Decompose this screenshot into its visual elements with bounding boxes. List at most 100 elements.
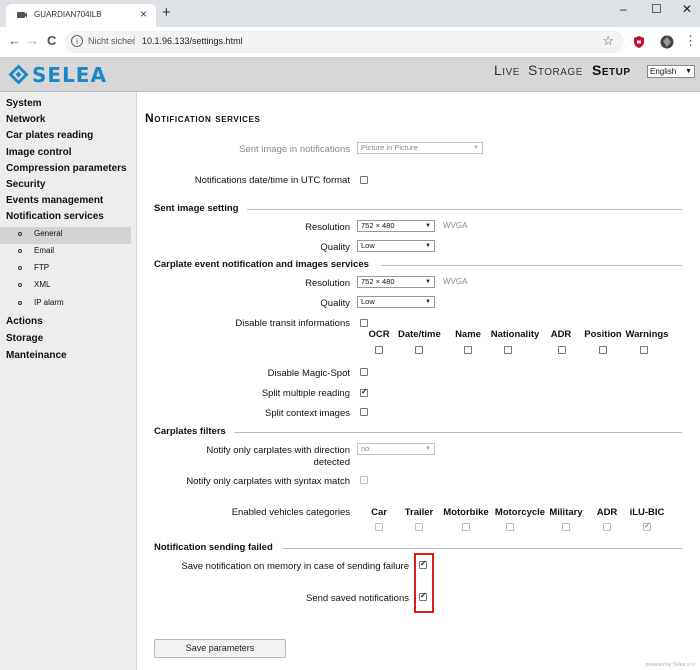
profile-avatar-icon[interactable]	[660, 35, 674, 49]
url-text[interactable]: 10.1.96.133/settings.html	[142, 36, 243, 46]
split-multiple-checkbox[interactable]	[360, 387, 368, 397]
sidebar-item-notification-services[interactable]: Notification services	[6, 211, 104, 222]
utc-checkbox[interactable]	[360, 176, 368, 184]
adr-checkbox[interactable]	[558, 346, 566, 354]
resolution-label: Resolution	[305, 278, 350, 289]
minimize-icon[interactable]: –	[620, 2, 627, 16]
select-value: 752 × 480	[361, 221, 395, 230]
main-content: Notification services Sent image in noti…	[138, 92, 700, 670]
motorcycle-checkbox[interactable]	[506, 523, 514, 531]
category-ilu-bic: iLU-BIC	[629, 507, 665, 518]
url-separator: |	[133, 34, 136, 46]
syntax-match-label: Notify only carplates with syntax match	[186, 476, 350, 487]
position-checkbox[interactable]	[599, 346, 607, 354]
ocr-checkbox[interactable]	[375, 346, 383, 354]
name-checkbox[interactable]	[464, 346, 472, 354]
sidebar-subitem-ftp[interactable]: FTP	[0, 261, 131, 278]
chevron-down-icon: ▼	[425, 446, 431, 452]
browser-tab-strip: GUARDIAN704ILB × + – ☐ ✕	[0, 0, 700, 27]
resolution-select[interactable]: 752 × 480 ▼	[357, 220, 435, 232]
tab-close-icon[interactable]: ×	[140, 7, 147, 21]
chevron-down-icon: ▼	[685, 68, 692, 75]
direction-select[interactable]: no ▼	[357, 443, 435, 455]
save-parameters-button[interactable]: Save parameters	[154, 639, 286, 658]
new-tab-icon[interactable]: +	[162, 4, 171, 21]
sidebar-item-image-control[interactable]: Image control	[6, 147, 72, 158]
quality-label: Quality	[320, 298, 350, 309]
info-icon[interactable]: i	[71, 35, 83, 47]
subitem-label: IP alarm	[34, 298, 64, 307]
disable-magic-spot-checkbox[interactable]	[360, 368, 368, 376]
category-car: Car	[371, 507, 387, 518]
syntax-match-checkbox[interactable]	[360, 476, 368, 484]
date-time-checkbox[interactable]	[415, 346, 423, 354]
disable-transit-checkbox[interactable]	[360, 319, 368, 327]
event-quality-select[interactable]: Low ▼	[357, 296, 435, 308]
column-nationality: Nationality	[490, 329, 540, 340]
subitem-label: FTP	[34, 263, 50, 272]
sidebar-item-system[interactable]: System	[6, 98, 42, 109]
category-motorbike: Motorbike	[443, 507, 489, 518]
bullet-icon	[18, 266, 22, 270]
nav-setup[interactable]: Setup	[592, 62, 631, 78]
bullet-icon	[18, 283, 22, 287]
sidebar-item-events[interactable]: Events management	[6, 195, 103, 206]
split-context-checkbox[interactable]	[360, 408, 368, 416]
trailer-checkbox[interactable]	[415, 523, 423, 531]
powered-by-note: powered by Selea s.r.l.	[645, 662, 696, 668]
sidebar-item-storage[interactable]: Storage	[6, 333, 43, 344]
sidebar-subitem-ip-alarm[interactable]: IP alarm	[0, 296, 131, 313]
camera-favicon-icon	[17, 12, 27, 18]
sidebar-item-network[interactable]: Network	[6, 114, 45, 125]
resolution-label: Resolution	[305, 222, 350, 233]
column-adr: ADR	[550, 329, 572, 340]
event-resolution-select[interactable]: 752 × 480 ▼	[357, 276, 435, 288]
reload-icon[interactable]: C	[47, 33, 56, 48]
nationality-checkbox[interactable]	[504, 346, 512, 354]
sidebar-subitem-email[interactable]: Email	[0, 244, 131, 261]
warnings-checkbox[interactable]	[640, 346, 648, 354]
sidebar-item-car-plates-reading[interactable]: Car plates reading	[6, 130, 93, 141]
bookmark-star-icon[interactable]: ☆	[602, 33, 614, 49]
sidebar-subitem-general[interactable]: General	[0, 227, 131, 244]
column-name: Name	[455, 329, 481, 340]
column-warnings: Warnings	[625, 329, 669, 340]
quality-select[interactable]: Low ▼	[357, 240, 435, 252]
sidebar-item-security[interactable]: Security	[6, 179, 45, 190]
motorbike-checkbox[interactable]	[462, 523, 470, 531]
language-select[interactable]: English ▼	[647, 65, 695, 78]
forward-icon[interactable]: →	[26, 33, 39, 48]
sent-image-select[interactable]: Picture in Picture ▼	[357, 142, 483, 154]
language-value: English	[650, 67, 677, 76]
section-title-sent-image: Sent image setting	[154, 203, 239, 214]
subitem-label: General	[34, 229, 63, 238]
back-icon[interactable]: ←	[8, 33, 21, 48]
ilu-bic-checkbox[interactable]	[643, 521, 651, 531]
window-close-icon[interactable]: ✕	[682, 2, 692, 16]
sidebar-item-compression[interactable]: Compression parameters	[6, 163, 127, 174]
sidebar-item-manteinance[interactable]: Manteinance	[6, 350, 67, 361]
select-value: Picture in Picture	[361, 143, 418, 152]
browser-menu-icon[interactable]: ⋮	[684, 33, 697, 49]
sidebar: System Network Car plates reading Image …	[0, 92, 137, 670]
maximize-icon[interactable]: ☐	[651, 2, 662, 16]
disable-transit-label: Disable transit informations	[235, 318, 350, 329]
insecure-label: Nicht sicher	[88, 36, 136, 46]
sidebar-subitem-xml[interactable]: XML	[0, 278, 131, 295]
column-date-time: Date/time	[398, 329, 441, 340]
car-checkbox[interactable]	[375, 523, 383, 531]
address-bar[interactable]: i Nicht sicher | 10.1.96.133/settings.ht…	[64, 31, 624, 53]
selea-diamond-icon	[8, 64, 29, 85]
military-checkbox[interactable]	[562, 523, 570, 531]
browser-tab[interactable]: GUARDIAN704ILB ×	[6, 4, 156, 27]
sidebar-item-actions[interactable]: Actions	[6, 316, 43, 327]
select-value: Low	[361, 241, 375, 250]
section-divider	[283, 548, 682, 549]
nav-live[interactable]: Live	[494, 62, 520, 78]
shield-extension-icon[interactable]	[632, 35, 646, 49]
category-motorcycle: Motorcycle	[494, 507, 546, 518]
adr-category-checkbox[interactable]	[603, 523, 611, 531]
nav-storage[interactable]: Storage	[528, 62, 583, 78]
select-value: Low	[361, 297, 375, 306]
bullet-icon	[18, 232, 22, 236]
